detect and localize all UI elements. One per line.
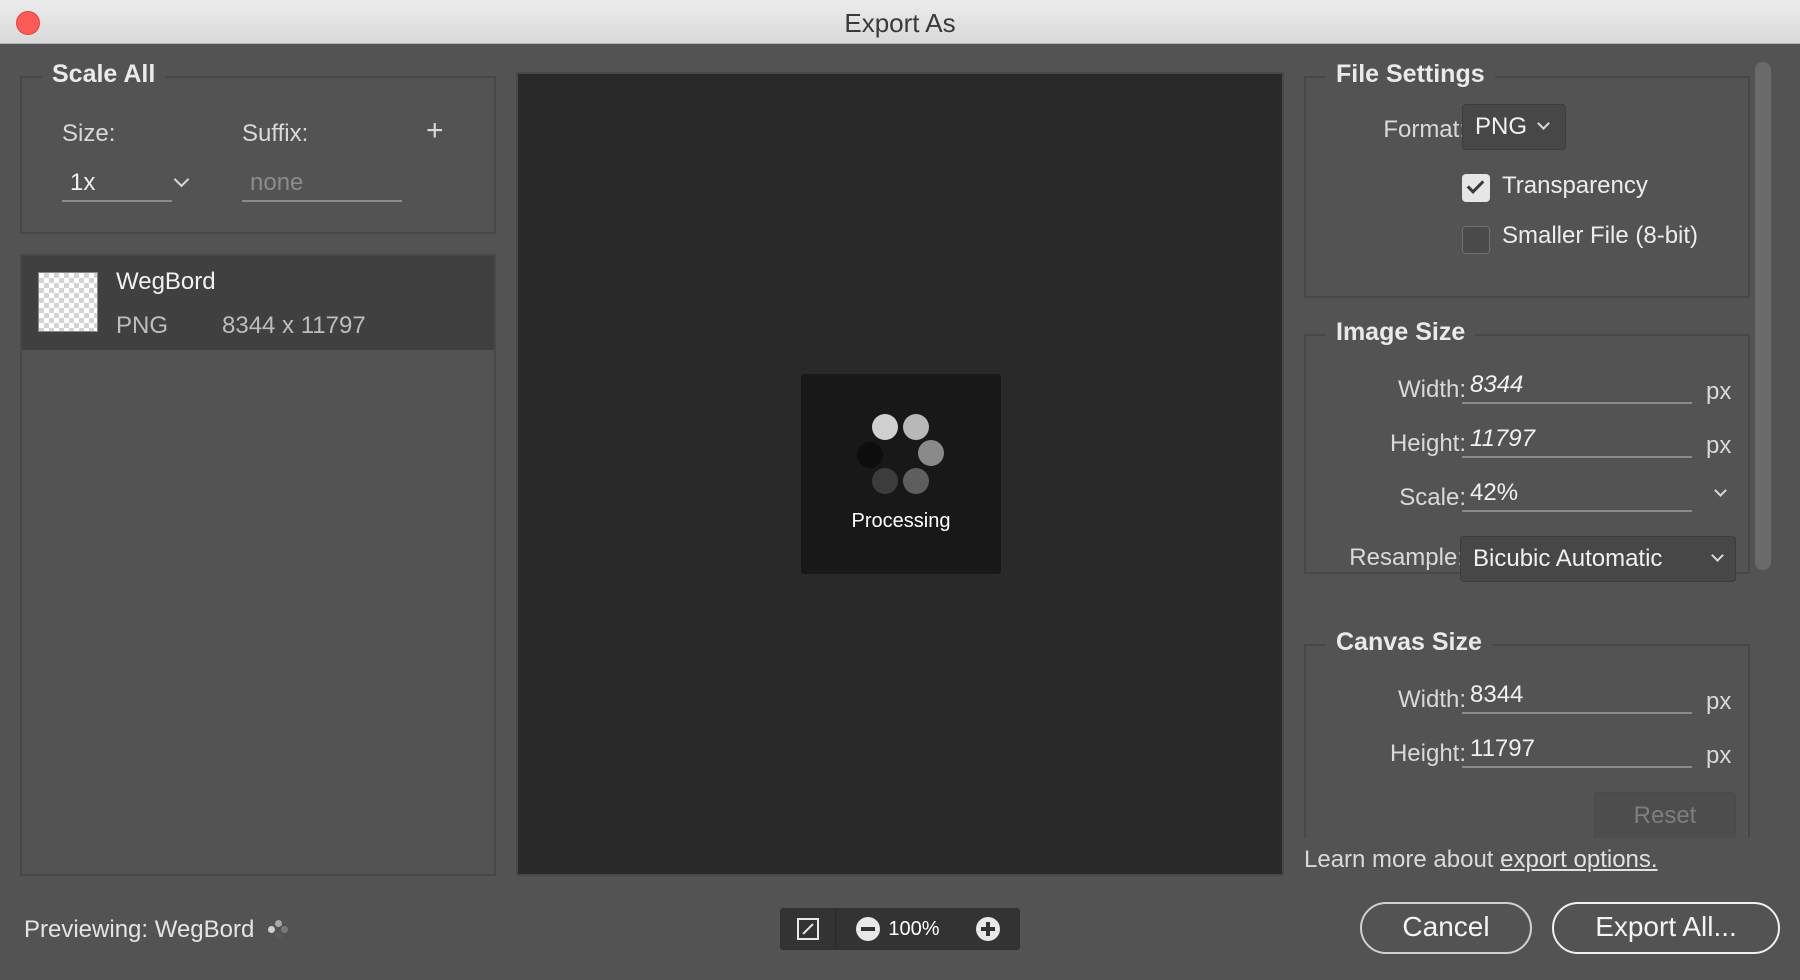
- image-size-legend: Image Size: [1326, 318, 1476, 347]
- suffix-input[interactable]: none: [242, 166, 402, 202]
- transparency-checkbox[interactable]: [1462, 174, 1490, 202]
- checkmark-icon: [1466, 176, 1485, 194]
- file-settings-legend: File Settings: [1326, 60, 1495, 89]
- format-label: Format:: [1383, 116, 1466, 143]
- asset-format: PNG: [116, 312, 169, 339]
- processing-indicator: Processing: [801, 374, 1001, 574]
- smaller-file-label: Smaller File (8-bit): [1502, 222, 1699, 249]
- add-scale-button[interactable]: +: [426, 114, 444, 148]
- image-width-input[interactable]: 8344: [1462, 368, 1692, 404]
- processing-label: Processing: [851, 510, 951, 532]
- learn-more-prefix: Learn more about: [1304, 846, 1501, 873]
- resample-label: Resample:: [1349, 544, 1464, 571]
- format-value: PNG: [1475, 113, 1528, 140]
- export-options-link[interactable]: export options.: [1500, 846, 1657, 873]
- asset-name: WegBord: [116, 268, 216, 295]
- canvas-width-input[interactable]: 8344: [1462, 678, 1692, 714]
- scale-value: 42%: [1470, 479, 1519, 506]
- zoom-controls: 100%: [780, 908, 1020, 950]
- window-title: Export As: [844, 8, 956, 38]
- preview-canvas[interactable]: Processing: [516, 72, 1284, 876]
- scale-all-legend: Scale All: [42, 60, 166, 89]
- scale-chevron-down-icon[interactable]: [1714, 484, 1727, 497]
- file-settings-panel: File Settings Format: PNG Transparency S…: [1304, 60, 1750, 298]
- size-chevron-down-icon[interactable]: [173, 171, 190, 188]
- spinner-dot: [857, 442, 883, 468]
- scale-label: Scale:: [1399, 484, 1466, 511]
- image-height-unit: px: [1706, 432, 1732, 459]
- asset-list: WegBord PNG 8344 x 11797: [20, 254, 496, 876]
- resample-value: Bicubic Automatic: [1473, 545, 1663, 572]
- scale-all-panel: Scale All Size: Suffix: + 1x none: [20, 60, 496, 234]
- transparency-label: Transparency: [1502, 172, 1648, 199]
- previewing-label: Previewing:: [24, 916, 149, 943]
- suffix-placeholder: none: [250, 169, 304, 196]
- image-width-unit: px: [1706, 378, 1732, 405]
- previewing-name: WegBord: [154, 916, 255, 943]
- image-width-label: Width:: [1397, 376, 1466, 403]
- spinner-dot: [903, 468, 929, 494]
- zoom-level: 100%: [888, 918, 940, 940]
- canvas-height-input[interactable]: 11797: [1462, 732, 1692, 768]
- reset-button[interactable]: Reset: [1594, 792, 1736, 838]
- canvas-width-unit: px: [1706, 688, 1732, 715]
- fit-to-view-icon: [797, 918, 819, 940]
- cancel-button[interactable]: Cancel: [1360, 902, 1532, 954]
- spinner-dot: [872, 414, 898, 440]
- title-bar: Export As: [0, 0, 1800, 44]
- scale-dropdown[interactable]: 42%: [1462, 476, 1692, 512]
- asset-dimensions: 8344 x 11797: [222, 312, 366, 339]
- resample-dropdown[interactable]: Bicubic Automatic: [1460, 536, 1736, 582]
- canvas-size-legend: Canvas Size: [1326, 628, 1492, 657]
- fit-to-view-button[interactable]: [780, 908, 836, 950]
- spinner-dot: [903, 414, 929, 440]
- image-height-label: Height:: [1389, 430, 1466, 457]
- asset-thumbnail: [38, 272, 98, 332]
- size-value: 1x: [70, 169, 96, 196]
- list-item[interactable]: WegBord PNG 8344 x 11797: [22, 256, 494, 350]
- canvas-size-panel: Canvas Size Width: 8344 px Height: 11797…: [1304, 628, 1750, 838]
- spinner-dot: [918, 440, 944, 466]
- suffix-label: Suffix:: [242, 120, 309, 147]
- image-height-input[interactable]: 11797: [1462, 422, 1692, 458]
- resample-chevron-down-icon: [1711, 549, 1724, 562]
- format-dropdown[interactable]: PNG: [1462, 104, 1566, 150]
- canvas-width-label: Width:: [1397, 686, 1466, 713]
- export-all-button[interactable]: Export All...: [1552, 902, 1780, 954]
- smaller-file-checkbox[interactable]: [1462, 226, 1490, 254]
- zoom-out-icon[interactable]: [856, 917, 880, 941]
- spinner-dot: [872, 468, 898, 494]
- format-chevron-down-icon: [1537, 117, 1550, 130]
- size-label: Size:: [62, 120, 116, 147]
- zoom-in-icon[interactable]: [976, 917, 1000, 941]
- size-dropdown[interactable]: 1x: [62, 166, 172, 202]
- settings-scrollbar-thumb[interactable]: [1755, 62, 1771, 570]
- canvas-height-unit: px: [1706, 742, 1732, 769]
- loading-spinner-icon: [268, 920, 288, 940]
- learn-more-text: Learn more about export options.: [1304, 846, 1658, 874]
- canvas-height-label: Height:: [1389, 740, 1466, 767]
- settings-scroll-area[interactable]: File Settings Format: PNG Transparency S…: [1300, 44, 1780, 838]
- previewing-status: Previewing: WegBord: [24, 916, 254, 944]
